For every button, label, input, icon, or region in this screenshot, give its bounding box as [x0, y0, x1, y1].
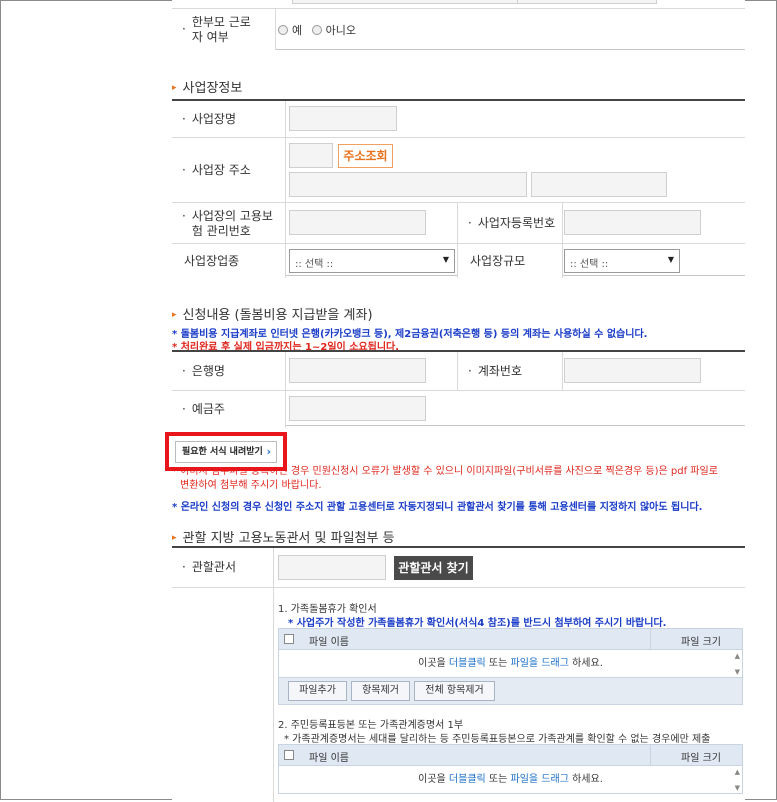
- find-office-button[interactable]: 관할관서 찾기: [394, 556, 473, 580]
- single-parent-options: 예 아니오: [278, 22, 356, 38]
- application-section-title: ▸ 신청내용 (돌봄비용 지급받을 계좌): [172, 308, 373, 323]
- office-section-title: ▸ 관할 지방 고용노동관서 및 파일첨부 등: [172, 531, 395, 546]
- office-label: · 관할관서: [172, 548, 274, 587]
- workplace-address-label: · 사업장 주소: [172, 138, 286, 202]
- col-divider: [650, 745, 651, 765]
- download-notice-blue: * 온라인 신청의 경우 신청인 주소지 관할 고용센터로 자동지정되니 관할관…: [172, 502, 703, 513]
- industry-select[interactable]: :: 선택 :: ▼: [289, 249, 455, 273]
- radio-no[interactable]: 아니오: [311, 24, 356, 37]
- office-row: · 관할관서 관할관서 찾기: [172, 548, 745, 587]
- workplace-name-row: · 사업장명: [172, 101, 745, 137]
- workplace-section-title: ▸ 사업장정보: [172, 81, 243, 96]
- attachment-1-select-all-checkbox[interactable]: [284, 634, 294, 644]
- office-input[interactable]: [278, 555, 386, 580]
- attachments-label-cell: [172, 588, 274, 802]
- zipcode-input[interactable]: [289, 143, 333, 168]
- col-divider: [650, 629, 651, 649]
- holder-row: · 예금주: [172, 390, 745, 428]
- reg-no-input[interactable]: [564, 210, 701, 235]
- insurance-no-input[interactable]: [289, 210, 426, 235]
- chevron-right-icon: ›: [266, 445, 271, 458]
- attachment-2-select-all-checkbox[interactable]: [284, 750, 294, 760]
- add-file-button[interactable]: 파일추가: [288, 681, 347, 701]
- account-input[interactable]: [564, 358, 701, 383]
- attachment-2-file-header: 파일 이름 파일 크기: [278, 744, 743, 766]
- scroll-down-icon[interactable]: ▼: [735, 774, 740, 802]
- remove-all-button[interactable]: 전체 항목제거: [414, 681, 495, 701]
- attachment-1-col-name: 파일 이름: [309, 637, 349, 648]
- attachment-1-note: * 사업주가 작성한 가족돌봄휴가 확인서(서식4 참조)를 반드시 첨부하여 …: [288, 618, 667, 629]
- prev-input-2[interactable]: [517, 0, 657, 4]
- prev-input-1[interactable]: [292, 0, 522, 4]
- workplace-address-row: · 사업장 주소 주소조회: [172, 137, 745, 202]
- size-select[interactable]: :: 선택 :: ▼: [564, 249, 680, 273]
- attachment-1-drop-zone[interactable]: 이곳을 더블클릭 또는 파일을 드래그 하세요. ▲ ▼: [278, 650, 743, 678]
- attachment-2-drop-zone[interactable]: 이곳을 더블클릭 또는 파일을 드래그 하세요. ▲ ▼: [278, 766, 743, 794]
- attachment-2-note: * 가족관계증명서는 세대를 달리하는 등 주민등록표등본으로 가족관계를 확인…: [284, 734, 711, 745]
- bank-table: · 은행명 · 계좌번호 · 예금주: [172, 350, 745, 428]
- remove-item-button[interactable]: 항목제거: [351, 681, 410, 701]
- workplace-table: · 사업장명 · 사업장 주소 주소조회 · 사업장의 고용보험 관리번호 · 사업자등…: [172, 99, 745, 278]
- address-input-1[interactable]: [289, 172, 527, 197]
- address-search-button[interactable]: 주소조회: [338, 144, 393, 168]
- address-input-2[interactable]: [531, 172, 667, 197]
- single-parent-row: · 한부모 근로자 여부 예 아니오: [172, 8, 745, 50]
- bank-name-label: · 은행명: [172, 352, 286, 390]
- size-label: 사업장규모: [457, 244, 563, 278]
- workplace-name-input[interactable]: [289, 106, 397, 131]
- reg-no-label: · 사업자등록번호: [457, 203, 563, 243]
- bank-name-input[interactable]: [289, 358, 426, 383]
- workplace-name-label: · 사업장명: [172, 101, 286, 137]
- workplace-industry-row: 사업장업종 :: 선택 :: ▼ 사업장규모 :: 선택 :: ▼: [172, 243, 745, 278]
- attachment-2-col-name: 파일 이름: [309, 753, 349, 764]
- industry-label: 사업장업종: [172, 244, 286, 278]
- workplace-insurance-row: · 사업장의 고용보험 관리번호 · 사업자등록번호: [172, 202, 745, 243]
- attachment-1-title: 1. 가족돌봄휴가 확인서: [278, 604, 377, 615]
- download-forms-button[interactable]: 필요한 서식 내려받기 ›: [175, 441, 277, 463]
- attachment-1-toolbar: 파일추가 항목제거 전체 항목제거: [278, 678, 743, 705]
- single-parent-label: · 한부모 근로자 여부: [172, 9, 276, 50]
- attachment-1-col-size: 파일 크기: [681, 637, 721, 648]
- account-label: · 계좌번호: [457, 352, 563, 390]
- attachment-2-title: 2. 주민등록표등본 또는 가족관계증명서 1부: [278, 720, 464, 731]
- download-notice-red-2: 변환하여 첨부해 주시기 바랍니다.: [180, 480, 322, 491]
- attachment-1-file-header: 파일 이름 파일 크기: [278, 628, 743, 650]
- holder-label: · 예금주: [172, 391, 286, 428]
- holder-input[interactable]: [289, 396, 426, 421]
- bank-row: · 은행명 · 계좌번호: [172, 352, 745, 390]
- download-highlight-box: 필요한 서식 내려받기 ›: [165, 432, 287, 471]
- radio-yes[interactable]: 예: [278, 24, 302, 37]
- attachment-2-col-size: 파일 크기: [681, 753, 721, 764]
- single-parent-table: · 한부모 근로자 여부 예 아니오: [172, 0, 745, 50]
- insurance-no-label: · 사업장의 고용보험 관리번호: [172, 203, 286, 243]
